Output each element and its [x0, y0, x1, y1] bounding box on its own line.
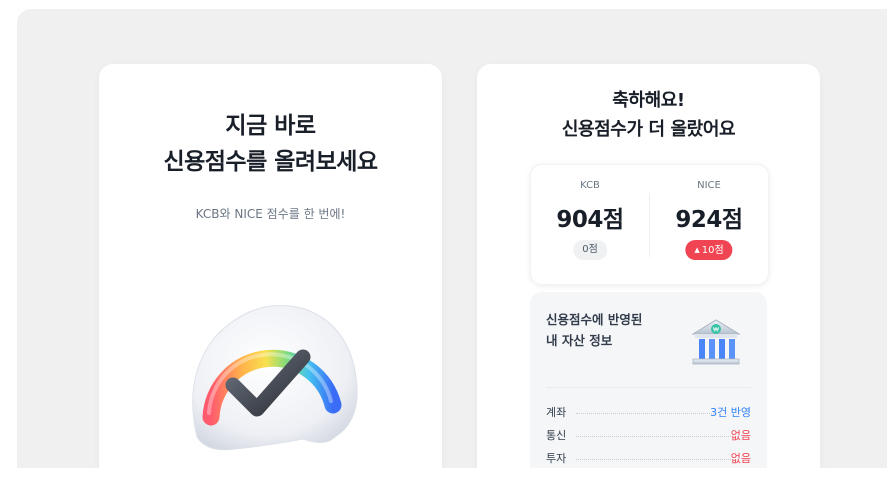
svg-text:₩: ₩ — [713, 328, 719, 334]
promo-title-line1: 지금 바로 — [225, 113, 316, 139]
dotted-leader — [576, 436, 733, 437]
promo-title-line2: 신용점수를 올려보세요 — [163, 149, 378, 175]
credit-score-result-card: 축하해요! 신용점수가 더 올랐어요 KCB 904점 0점 NICE 924점… — [477, 64, 820, 468]
asset-row-value: 없음 — [730, 429, 751, 442]
score-summary[interactable]: KCB 904점 0점 NICE 924점 ▲ 10점 — [530, 164, 769, 285]
up-arrow-icon: ▲ — [694, 246, 700, 254]
credit-score-promo-card[interactable]: 지금 바로 신용점수를 올려보세요 KCB와 NICE 점수를 한 번에! — [99, 64, 442, 468]
asset-row-account[interactable]: 계좌 3건 반영 — [546, 404, 751, 422]
promo-subtitle: KCB와 NICE 점수를 한 번에! — [195, 207, 346, 221]
asset-info-panel[interactable]: 신용점수에 반영된 내 자산 정보 ₩ 계좌 3건 반영 통신 없음 투자 없음 — [530, 292, 767, 468]
asset-row-value: 3건 반영 — [710, 406, 751, 419]
asset-row-investment[interactable]: 투자 없음 — [546, 450, 751, 468]
asset-divider — [546, 387, 751, 388]
asset-row-value: 없음 — [730, 452, 751, 465]
asset-row-telecom[interactable]: 통신 없음 — [546, 427, 751, 445]
asset-title-line2: 내 자산 정보 — [546, 333, 613, 348]
kcb-label: KCB — [580, 180, 600, 191]
promo-title: 지금 바로 신용점수를 올려보세요 — [99, 108, 442, 180]
content-area: 지금 바로 신용점수를 올려보세요 KCB와 NICE 점수를 한 번에! 축하… — [17, 9, 887, 468]
asset-row-label: 투자 — [546, 452, 567, 465]
nice-change-value: 10점 — [701, 245, 724, 256]
dotted-leader — [576, 413, 716, 414]
nice-label: NICE — [697, 180, 721, 191]
nice-score: 924점 — [675, 207, 743, 233]
result-title-line2: 신용점수가 더 올랐어요 — [561, 119, 736, 140]
credit-gauge-check-icon — [192, 305, 358, 451]
bank-building-icon: ₩ — [691, 319, 741, 365]
asset-title-line1: 신용점수에 반영된 — [546, 312, 643, 327]
kcb-change-badge: 0점 — [573, 240, 607, 260]
result-title-line1: 축하해요! — [612, 90, 685, 111]
kcb-score-column: KCB 904점 0점 — [531, 165, 649, 284]
nice-score-column: NICE 924점 ▲ 10점 — [650, 165, 768, 284]
asset-row-label: 계좌 — [546, 406, 567, 419]
kcb-score: 904점 — [556, 207, 624, 233]
dotted-leader — [576, 459, 733, 460]
nice-change-badge: ▲ 10점 — [685, 240, 733, 260]
result-title: 축하해요! 신용점수가 더 올랐어요 — [477, 86, 820, 144]
asset-row-label: 통신 — [546, 429, 567, 442]
asset-info-title: 신용점수에 반영된 내 자산 정보 — [546, 309, 642, 351]
